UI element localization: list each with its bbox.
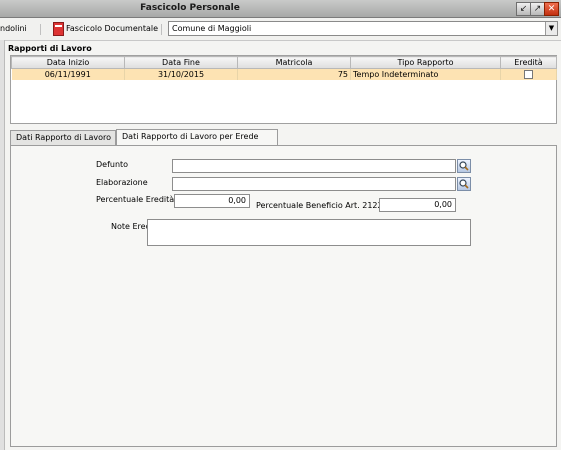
percentuale-beneficio-label: Percentuale Beneficio Art. 2122 [256,201,383,210]
toolbar-item-cedolini[interactable]: ndolini [0,24,27,33]
toolbar-separator [161,24,162,35]
table-row[interactable]: 06/11/1991 31/10/2015 75 Tempo Indetermi… [11,68,557,80]
cell-data-fine: 31/10/2015 [124,68,238,80]
column-header-eredita[interactable]: Eredità [500,56,557,69]
window-titlebar: Fascicolo Personale ↙ ↗ ✕ [0,0,561,18]
defunto-label: Defunto [96,160,129,169]
elaborazione-label: Elaborazione [96,178,148,187]
splitter-handle[interactable] [0,40,5,450]
tab-dati-rapporto-erede[interactable]: Dati Rapporto di Lavoro per Erede [116,129,278,145]
toolbar-item-fascicolo-documentale[interactable]: Fascicolo Documentale [66,24,158,33]
note-eredita-textarea[interactable] [147,219,471,246]
elaborazione-search-icon[interactable] [457,177,471,191]
percentuale-eredita-label: Percentuale Eredità [96,195,175,204]
minimize-button[interactable]: ↙ [516,2,531,16]
toolbar-separator [40,24,41,35]
cell-matricola: 75 [237,68,351,80]
maximize-button[interactable]: ↗ [530,2,545,16]
rapporti-grid: Data Inizio Data Fine Matricola Tipo Rap… [10,55,557,124]
rapporti-section-title: Rapporti di Lavoro [8,44,92,53]
column-header-data-fine[interactable]: Data Fine [124,56,238,69]
percentuale-beneficio-value: 0,00 [434,200,452,209]
ente-combo-value: Comune di Maggioli [172,24,252,33]
percentuale-eredita-value: 0,00 [228,196,246,205]
column-header-matricola[interactable]: Matricola [237,56,351,69]
tab-dati-rapporto[interactable]: Dati Rapporto di Lavoro [10,130,116,145]
percentuale-eredita-field[interactable]: 0,00 [174,194,250,208]
document-icon [53,22,64,36]
column-header-data-inizio[interactable]: Data Inizio [11,56,125,69]
ente-combo[interactable]: Comune di Maggioli ▼ [168,21,558,36]
elaborazione-field[interactable] [172,177,456,191]
cell-data-inizio: 06/11/1991 [11,68,125,80]
defunto-search-icon[interactable] [457,159,471,173]
defunto-field[interactable] [172,159,456,173]
cell-eredita [500,68,557,80]
percentuale-beneficio-field[interactable]: 0,00 [379,198,456,212]
cell-tipo-rapporto: Tempo Indeterminato [350,68,501,80]
chevron-down-icon[interactable]: ▼ [545,22,557,35]
window-title: Fascicolo Personale [140,3,240,13]
toolbar: ndolini Fascicolo Documentale Comune di … [0,18,561,41]
column-header-tipo-rapporto[interactable]: Tipo Rapporto [350,56,501,69]
close-button[interactable]: ✕ [544,2,559,16]
tab-panel-erede: Defunto Elaborazione Percentuale Eredità… [10,145,557,447]
eredita-checkbox[interactable] [524,70,533,79]
